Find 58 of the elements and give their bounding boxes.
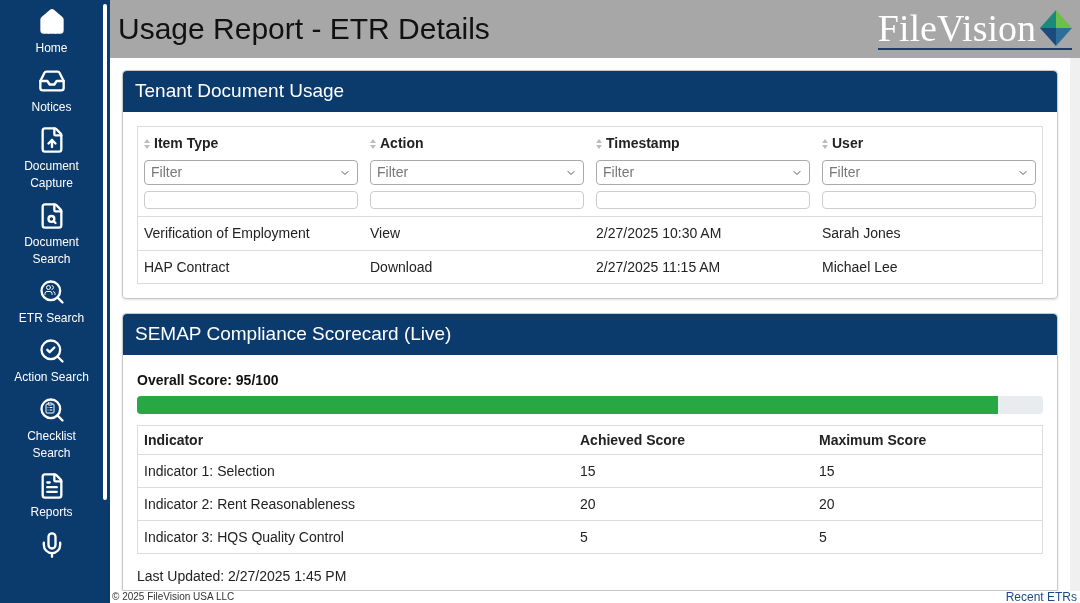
sidebar-link[interactable]: Action Search: [6, 369, 97, 386]
column-header[interactable]: User: [832, 133, 864, 154]
column-header[interactable]: Timestamp: [606, 133, 680, 154]
column-header: Maximum Score: [819, 430, 928, 450]
column-header[interactable]: Action: [380, 133, 424, 154]
table-cell-text: Indicator 1: Selection: [144, 461, 276, 481]
recent-etrs-link[interactable]: Recent ETRs: [1005, 591, 1077, 603]
sort-icon[interactable]: [822, 138, 828, 149]
filter-dropdown[interactable]: Filter: [370, 160, 584, 185]
table-cell-text: View: [370, 224, 402, 243]
table-cell-text: Download: [370, 257, 434, 277]
table-cell-text: 15: [819, 461, 836, 481]
sort-icon[interactable]: [596, 138, 602, 149]
table-cell-text: 2/27/2025 11:15 AM: [596, 257, 722, 277]
table-cell-text: Sarah Jones: [822, 224, 902, 243]
column-header[interactable]: Item Type: [154, 133, 219, 154]
table-cell-text: 20: [819, 494, 836, 514]
clipboard-search-icon: [37, 396, 66, 424]
sidebar-link[interactable]: Checklist Search: [6, 428, 97, 462]
column-header: Achieved Score: [580, 430, 687, 450]
column-header: Indicator: [144, 430, 205, 450]
filter-input[interactable]: [596, 191, 810, 209]
filter-dropdown[interactable]: Filter: [144, 160, 358, 185]
table-cell-text: Michael Lee: [822, 257, 899, 277]
check-search-icon: [37, 337, 66, 365]
table-cell-text: Indicator 2: Rent Reasonableness: [144, 494, 356, 514]
table-cell-text: 5: [580, 527, 589, 547]
sidebar-link[interactable]: Document Search: [6, 234, 97, 268]
table-cell-text: Indicator 3: HQS Quality Control: [144, 527, 345, 547]
overall-score: Overall Score: 95/100: [137, 371, 280, 390]
last-updated: Last Updated: 2/27/2025 1:45 PM: [137, 567, 348, 586]
sidebar-link[interactable]: Document Capture: [6, 158, 97, 192]
page-title: Usage Report - ETR Details: [118, 14, 490, 44]
copyright: © 2025 FileVision USA LLC: [112, 592, 235, 602]
filter-dropdown[interactable]: Filter: [596, 160, 810, 185]
sort-icon[interactable]: [144, 138, 150, 149]
filter-input[interactable]: [144, 191, 358, 209]
table-cell-text: Verification of Employment: [144, 224, 311, 243]
card-header: Tenant Document Usage: [123, 71, 1057, 112]
home-icon: [37, 8, 66, 36]
table-cell-text: 20: [580, 494, 597, 514]
table-cell-text: 5: [819, 527, 828, 547]
filter-input[interactable]: [822, 191, 1036, 209]
scrollbar[interactable]: [103, 4, 107, 500]
table-cell-text: 15: [580, 461, 597, 481]
sidebar-link[interactable]: Reports: [6, 504, 97, 521]
card-header: SEMAP Compliance Scorecard (Live): [123, 314, 1057, 355]
table-cell-text: 2/27/2025 10:30 AM: [596, 224, 723, 243]
table-cell-text: HAP Contract: [144, 257, 231, 277]
sidebar-link[interactable]: Notices: [6, 99, 97, 116]
people-search-icon: [37, 278, 66, 306]
sidebar-link[interactable]: ETR Search: [6, 310, 97, 327]
sidebar-link[interactable]: Home: [6, 40, 97, 57]
filter-dropdown[interactable]: Filter: [822, 160, 1036, 185]
sort-icon[interactable]: [370, 138, 376, 149]
filter-input[interactable]: [370, 191, 584, 209]
logo: FileVision: [877, 8, 1072, 50]
scrollbar[interactable]: [1070, 58, 1080, 591]
